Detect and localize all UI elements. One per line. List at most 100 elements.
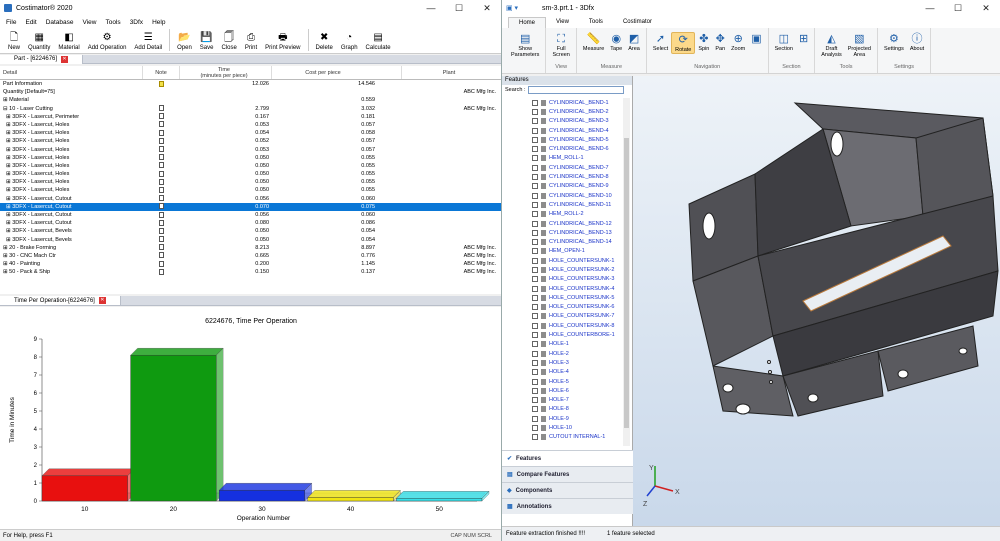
measure-button[interactable]: 📏 Measure: [580, 32, 607, 52]
note-icon[interactable]: [159, 186, 164, 193]
note-icon[interactable]: [159, 260, 164, 267]
feature-item[interactable]: CUTOUT INTERNAL-1: [502, 433, 624, 442]
note-icon[interactable]: [159, 268, 164, 275]
note-cell[interactable]: [143, 195, 180, 203]
feature-item[interactable]: CYLINDRICAL_BEND-10: [502, 191, 624, 200]
close-icon[interactable]: ✕: [972, 0, 1000, 16]
table-row[interactable]: ⊞ 3DFX - Lasercut, Bevels 0.050 0.054: [0, 227, 501, 235]
note-cell[interactable]: [143, 178, 180, 186]
table-row[interactable]: ⊞ 3DFX - Lasercut, Holes 0.050 0.055: [0, 170, 501, 178]
note-cell[interactable]: [143, 129, 180, 137]
feature-checkbox[interactable]: [532, 322, 538, 329]
feature-item[interactable]: CYLINDRICAL_BEND-4: [502, 126, 624, 135]
draft-analysis-button[interactable]: ◭ Draft Analysis: [818, 32, 844, 58]
note-icon[interactable]: [159, 170, 164, 177]
table-row[interactable]: ⊞ 3DFX - Lasercut, Holes 0.050 0.055: [0, 178, 501, 186]
note-icon[interactable]: [159, 195, 164, 202]
feature-item[interactable]: HOLE-5: [502, 377, 624, 386]
area-button[interactable]: ◩ Area: [625, 32, 643, 52]
3d-viewport[interactable]: Y X Z: [633, 76, 1000, 526]
tab-home[interactable]: Home: [508, 17, 547, 28]
note-icon[interactable]: [159, 137, 164, 144]
note-icon[interactable]: [159, 219, 164, 226]
table-row[interactable]: ⊟ 10 - Laser Cutting 2.799 3.032 ABC Mfg In…: [0, 105, 501, 113]
add-operation-button[interactable]: ⚙ Add Operation: [84, 27, 131, 53]
scroll-thumb[interactable]: [624, 138, 629, 428]
accordion-features[interactable]: ✔ Features: [502, 450, 633, 466]
select-button[interactable]: ➚ Select: [650, 32, 671, 52]
note-cell[interactable]: [143, 162, 180, 170]
section-button[interactable]: ◫ Section: [772, 32, 796, 52]
minimize-icon[interactable]: —: [916, 0, 944, 16]
feature-item[interactable]: CYLINDRICAL_BEND-13: [502, 228, 624, 237]
feature-checkbox[interactable]: [532, 294, 538, 301]
show-parameters-button[interactable]: ▤ Show Parameters: [508, 32, 542, 58]
feature-checkbox[interactable]: [532, 229, 538, 236]
close-button[interactable]: 🗍 Close: [217, 27, 240, 53]
note-cell[interactable]: [143, 252, 180, 260]
chart-tab[interactable]: Time Per Operation-[6224676] ✕: [0, 296, 121, 305]
full-screen-button[interactable]: ⛶ Full Screen: [549, 32, 572, 58]
table-row[interactable]: ⊞ 50 - Pack & Ship 0.150 0.137 ABC Mfg Inc.: [0, 268, 501, 276]
feature-item[interactable]: HOLE-1: [502, 340, 624, 349]
table-row[interactable]: ⊞ 40 - Painting 0.200 1.145 ABC Mfg Inc.: [0, 260, 501, 268]
feature-item[interactable]: CYLINDRICAL_BEND-9: [502, 182, 624, 191]
feature-item[interactable]: CYLINDRICAL_BEND-6: [502, 144, 624, 153]
feature-checkbox[interactable]: [532, 369, 538, 376]
table-row[interactable]: ⊞ 30 - CNC Mach Ctr 0.665 0.776 ABC Mfg Inc…: [0, 252, 501, 260]
feature-item[interactable]: HOLE-4: [502, 368, 624, 377]
feature-checkbox[interactable]: [532, 239, 538, 246]
col-time[interactable]: Time (minutes per piece): [180, 66, 272, 79]
menu-item-help[interactable]: Help: [152, 19, 165, 26]
menu-item-file[interactable]: File: [6, 19, 16, 26]
feature-item[interactable]: HOLE_COUNTERSUNK-6: [502, 303, 624, 312]
zoom-box-button[interactable]: ▣: [748, 32, 764, 46]
feature-checkbox[interactable]: [532, 248, 538, 255]
settings-button[interactable]: ⚙ Settings: [881, 32, 907, 52]
feature-checkbox[interactable]: [532, 378, 538, 385]
menu-item-3dfx[interactable]: 3Dfx: [130, 19, 143, 26]
feature-checkbox[interactable]: [532, 276, 538, 283]
accordion-compare-features[interactable]: ▤ Compare Features: [502, 466, 633, 482]
print-button[interactable]: ⎙ Print: [241, 27, 261, 53]
add-detail-button[interactable]: ☰ Add Detail: [130, 27, 166, 53]
table-row[interactable]: ⊞ 3DFX - Lasercut, Cutout 0.056 0.060: [0, 211, 501, 219]
calculate-button[interactable]: ▤ Calculate: [362, 27, 395, 53]
feature-item[interactable]: CYLINDRICAL_BEND-2: [502, 107, 624, 116]
feature-item[interactable]: HOLE_COUNTERSUNK-4: [502, 284, 624, 293]
feature-item[interactable]: CYLINDRICAL_BEND-3: [502, 117, 624, 126]
new-button[interactable]: 🗋 New: [4, 27, 24, 53]
note-cell[interactable]: [143, 236, 180, 244]
feature-checkbox[interactable]: [532, 266, 538, 273]
maximize-icon[interactable]: ☐: [445, 0, 473, 16]
note-icon[interactable]: [159, 121, 164, 128]
delete-button[interactable]: ✖ Delete: [312, 27, 337, 53]
table-row[interactable]: ⊞ 3DFX - Lasercut, Holes 0.050 0.055: [0, 154, 501, 162]
note-cell[interactable]: [143, 80, 180, 88]
feature-checkbox[interactable]: [532, 350, 538, 357]
note-cell[interactable]: [143, 219, 180, 227]
feature-checkbox[interactable]: [532, 201, 538, 208]
feature-checkbox[interactable]: [532, 220, 538, 227]
tab-view[interactable]: View: [546, 17, 579, 28]
note-cell[interactable]: [143, 113, 180, 121]
note-cell[interactable]: [143, 96, 180, 104]
feature-item[interactable]: HOLE_COUNTERSUNK-2: [502, 265, 624, 274]
note-cell[interactable]: [143, 186, 180, 194]
table-row[interactable]: ⊞ 3DFX - Lasercut, Holes 0.050 0.055: [0, 186, 501, 194]
menu-item-tools[interactable]: Tools: [106, 19, 121, 26]
note-cell[interactable]: [143, 121, 180, 129]
note-icon[interactable]: [159, 178, 164, 185]
feature-checkbox[interactable]: [532, 118, 538, 125]
material-button[interactable]: ◧ Material: [54, 27, 83, 53]
print-preview-button[interactable]: 🖶 Print Preview: [261, 27, 304, 53]
note-cell[interactable]: [143, 146, 180, 154]
feature-item[interactable]: HEM_ROLL-1: [502, 154, 624, 163]
table-row[interactable]: ⊞ Material 0.559: [0, 96, 501, 104]
note-cell[interactable]: [143, 227, 180, 235]
table-row[interactable]: ⊞ 3DFX - Lasercut, Holes 0.054 0.058: [0, 129, 501, 137]
note-icon[interactable]: [159, 203, 164, 210]
feature-item[interactable]: CYLINDRICAL_BEND-1: [502, 98, 624, 107]
feature-item[interactable]: HOLE-10: [502, 423, 624, 432]
note-cell[interactable]: [143, 268, 180, 276]
